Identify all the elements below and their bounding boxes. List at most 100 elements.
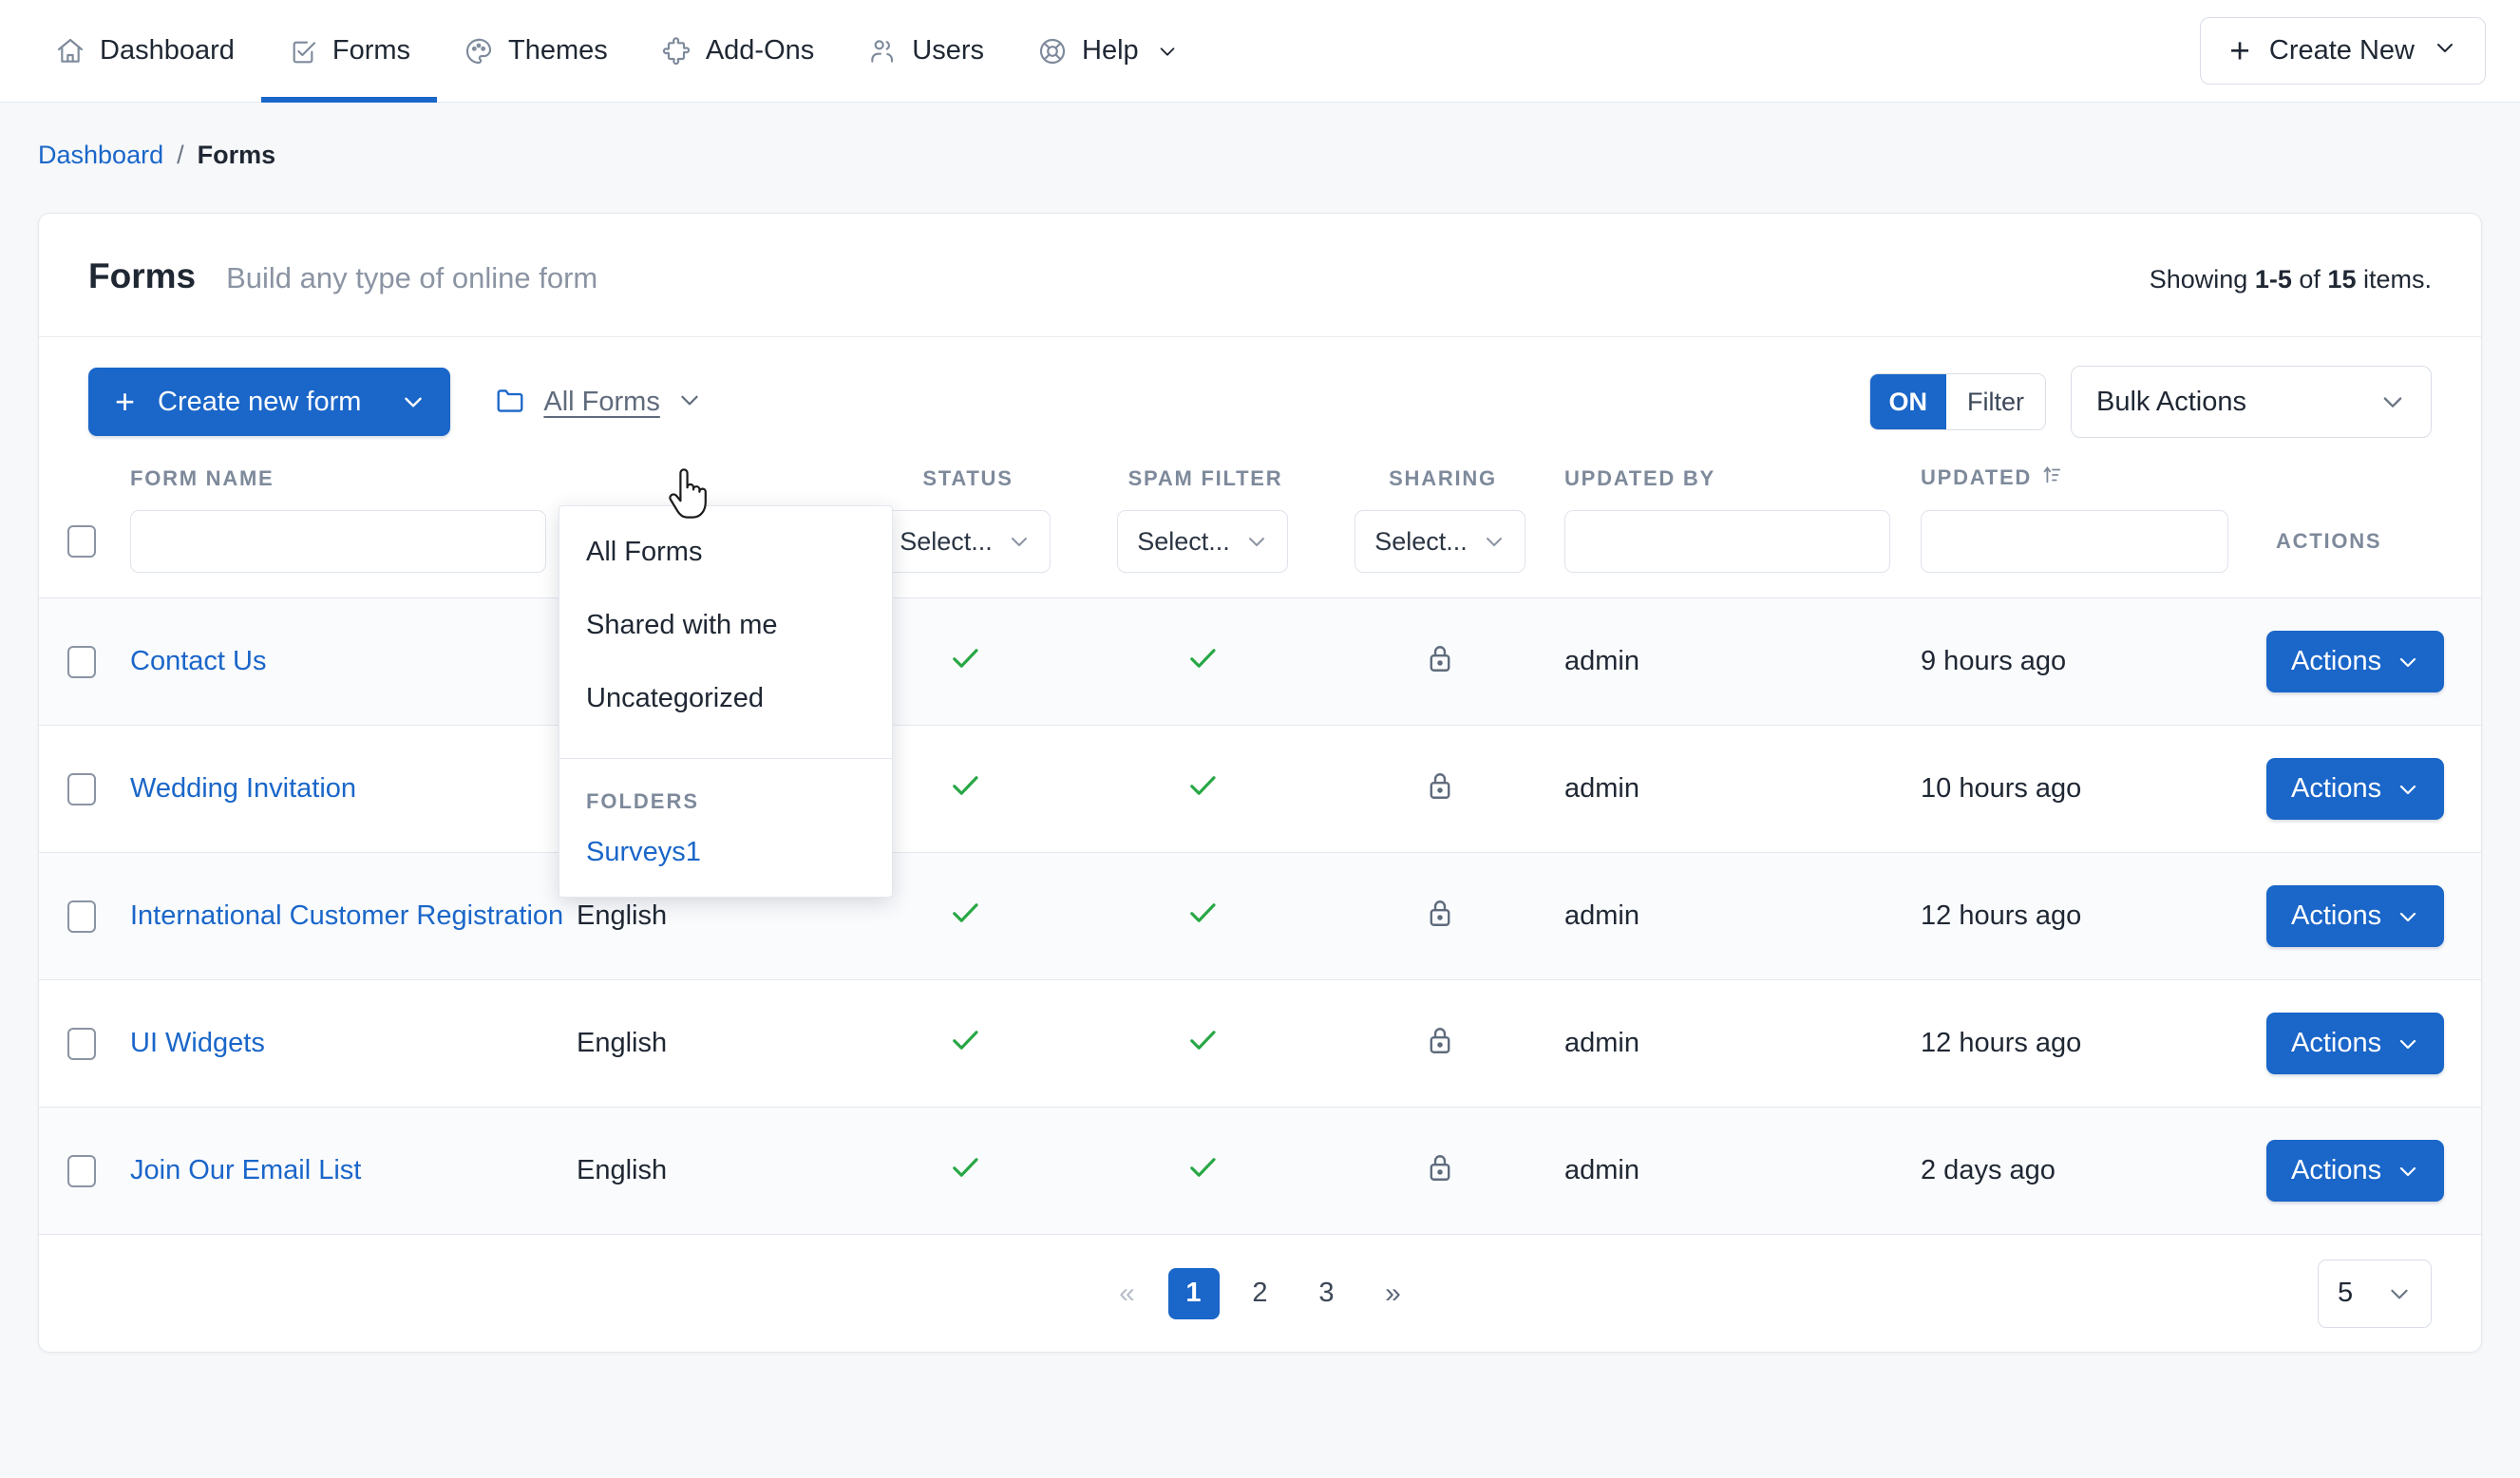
table-toolbar: + Create new form All Forms ON Filter Bu… — [39, 337, 2481, 464]
sharing-filter-select[interactable]: Select... — [1355, 510, 1525, 573]
table-filter-row: Select... Select... Select... — [39, 497, 2481, 598]
th-language — [571, 464, 846, 497]
row-language-cell: English — [571, 1108, 846, 1235]
plus-icon: + — [2229, 33, 2250, 68]
form-name-link[interactable]: International Customer Registration — [124, 898, 563, 934]
row-actions-button[interactable]: Actions — [2266, 631, 2444, 692]
row-status-cell — [846, 1108, 1084, 1235]
row-checkbox[interactable] — [67, 900, 96, 933]
nav-item-addons[interactable]: Add-Ons — [635, 0, 841, 102]
page-title: Forms — [88, 256, 196, 296]
form-name-filter-input[interactable] — [130, 510, 546, 573]
nav-item-themes[interactable]: Themes — [437, 0, 635, 102]
per-page-select[interactable]: 5 — [2318, 1260, 2432, 1328]
sort-ascending-icon[interactable] — [2041, 464, 2062, 491]
bulk-actions-select[interactable]: Bulk Actions — [2071, 366, 2432, 438]
showing-prefix: Showing — [2150, 265, 2248, 294]
status-filter-label: Select... — [900, 527, 993, 557]
row-checkbox[interactable] — [67, 1028, 96, 1060]
folder-menu-item-uncategorized[interactable]: Uncategorized — [559, 662, 892, 735]
nav-item-help[interactable]: Help — [1011, 0, 1204, 102]
th-updated[interactable]: UPDATED — [1915, 464, 2266, 497]
users-icon — [867, 36, 898, 66]
pagination-page-1[interactable]: 1 — [1168, 1268, 1220, 1319]
lock-icon — [1425, 769, 1455, 802]
row-actions-cell: Actions — [2266, 726, 2481, 853]
spam-filter-cell: Select... — [1084, 497, 1321, 598]
nav-item-dashboard[interactable]: Dashboard — [28, 0, 261, 102]
forms-table: FORM NAME STATUS SPAM FILTER SHARING UPD… — [39, 464, 2481, 1234]
pagination-first-button[interactable]: « — [1102, 1268, 1153, 1319]
folder-filter-dropdown[interactable]: All Forms — [494, 386, 701, 419]
lock-icon — [1425, 897, 1455, 929]
table-row[interactable]: Contact Us admin 9 hours ago Actions — [39, 598, 2481, 726]
row-actions-label: Actions — [2291, 646, 2381, 677]
top-navigation-bar: Dashboard Forms Themes Add-Ons Users — [0, 0, 2520, 103]
row-checkbox-cell — [39, 980, 124, 1108]
spam-filter-select[interactable]: Select... — [1117, 510, 1288, 573]
row-updated-cell: 12 hours ago — [1915, 980, 2266, 1108]
per-page-value: 5 — [2338, 1278, 2353, 1309]
nav-item-label: Dashboard — [100, 35, 235, 66]
form-name-link[interactable]: Join Our Email List — [124, 1152, 361, 1188]
table-row[interactable]: Join Our Email List English admin 2 days… — [39, 1108, 2481, 1235]
nav-item-forms[interactable]: Forms — [261, 0, 437, 102]
table-row[interactable]: International Customer Registration Engl… — [39, 853, 2481, 980]
updated-by-filter-input[interactable] — [1564, 510, 1890, 573]
folder-menu-item-all-forms[interactable]: All Forms — [559, 516, 892, 589]
create-new-form-button[interactable]: + Create new form — [88, 368, 450, 436]
row-updated-by-cell: admin — [1559, 980, 1915, 1108]
th-spam-filter: SPAM FILTER — [1084, 464, 1321, 497]
row-sharing-cell — [1321, 1108, 1559, 1235]
row-form-name-cell: Wedding Invitation — [124, 726, 571, 853]
row-checkbox-cell — [39, 726, 124, 853]
folder-menu-item-shared-with-me[interactable]: Shared with me — [559, 589, 892, 662]
nav-item-label: Forms — [332, 35, 410, 66]
pagination-next-button[interactable]: » — [1368, 1268, 1419, 1319]
table-row[interactable]: UI Widgets English admin 12 hours ago Ac… — [39, 980, 2481, 1108]
palette-icon — [464, 36, 494, 66]
folder-menu-folder-surveys1[interactable]: Surveys1 — [559, 824, 892, 897]
filter-toggle[interactable]: ON Filter — [1869, 373, 2047, 430]
nav-item-users[interactable]: Users — [841, 0, 1011, 102]
chevron-down-icon — [2397, 905, 2419, 928]
select-all-checkbox[interactable] — [67, 525, 96, 558]
form-name-link[interactable]: UI Widgets — [124, 1025, 265, 1061]
row-actions-button[interactable]: Actions — [2266, 758, 2444, 820]
filter-toggle-label: Filter — [1946, 374, 2045, 429]
row-checkbox[interactable] — [67, 1155, 96, 1187]
row-actions-button[interactable]: Actions — [2266, 885, 2444, 947]
th-updated-label: UPDATED — [1921, 465, 2032, 490]
folder-dropdown-menu: All Forms Shared with me Uncategorized F… — [559, 505, 893, 898]
chevron-down-icon[interactable] — [388, 389, 450, 414]
toolbar-right-group: ON Filter Bulk Actions — [1869, 366, 2433, 438]
folder-filter-label: All Forms — [543, 387, 659, 418]
row-language-cell: English — [571, 980, 846, 1108]
chevron-down-icon — [2397, 1033, 2419, 1055]
updated-filter-input[interactable] — [1921, 510, 2228, 573]
breadcrumb: Dashboard / Forms — [0, 103, 2520, 170]
chevron-down-icon — [1157, 41, 1178, 62]
row-updated-cell: 2 days ago — [1915, 1108, 2266, 1235]
chevron-down-icon — [2397, 1160, 2419, 1183]
table-row[interactable]: Wedding Invitation English admin 10 hour… — [39, 726, 2481, 853]
form-name-link[interactable]: Contact Us — [124, 643, 266, 679]
nav-item-label: Users — [912, 35, 984, 66]
select-all-cell — [39, 497, 124, 598]
row-checkbox[interactable] — [67, 646, 96, 678]
create-new-button[interactable]: + Create New — [2200, 17, 2486, 85]
chevron-down-icon — [677, 388, 702, 417]
form-name-link[interactable]: Wedding Invitation — [124, 770, 356, 806]
status-filter-select[interactable]: Select... — [880, 510, 1051, 573]
pagination-page-2[interactable]: 2 — [1235, 1268, 1286, 1319]
row-actions-button[interactable]: Actions — [2266, 1013, 2444, 1074]
pagination-page-3[interactable]: 3 — [1301, 1268, 1353, 1319]
check-icon — [1185, 1023, 1220, 1057]
row-actions-button[interactable]: Actions — [2266, 1140, 2444, 1202]
row-checkbox[interactable] — [67, 773, 96, 805]
forms-card: Forms Build any type of online form Show… — [38, 213, 2482, 1353]
pagination: « 1 2 3 » — [1102, 1268, 1419, 1319]
breadcrumb-link-dashboard[interactable]: Dashboard — [38, 141, 163, 170]
showing-count: Showing 1-5 of 15 items. — [2150, 265, 2432, 294]
row-spam-cell — [1084, 853, 1321, 980]
